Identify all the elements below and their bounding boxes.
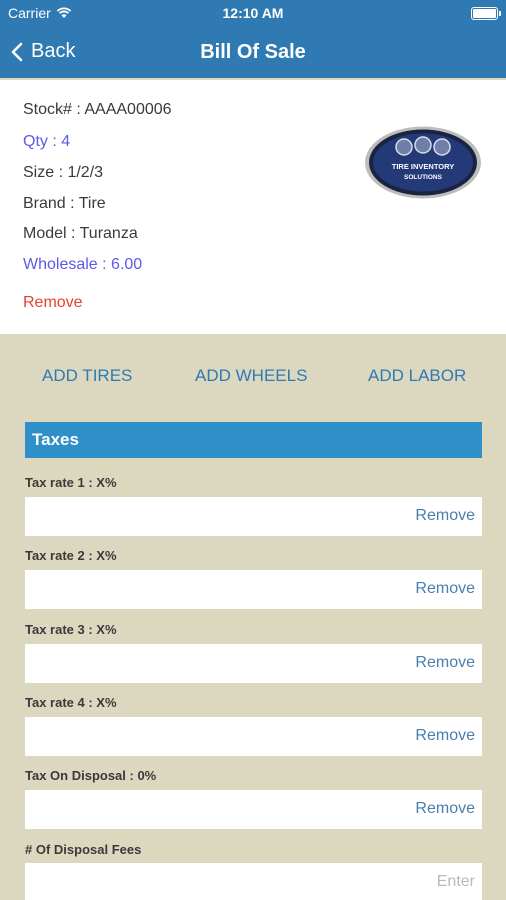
battery-icon [471,7,501,20]
tax-rate-4-label: Tax rate 4 : X% [25,695,117,710]
tax-on-disposal-field[interactable]: Remove [25,790,482,829]
size: Size : 1/2/3 [23,164,104,181]
disposal-fees-field[interactable]: Enter [25,863,482,900]
add-actions-row: ADD TIRES ADD WHEELS ADD LABOR [0,366,506,390]
logo-text-line-1: TIRE INVENTORY [392,162,455,171]
stock-number: Stock# : AAAA00006 [23,101,172,118]
tax-rate-1-remove-button[interactable]: Remove [415,507,475,525]
add-wheels-button[interactable]: ADD WHEELS [195,366,307,386]
tax-rate-3-remove-button[interactable]: Remove [415,654,475,672]
tax-on-disposal-label: Tax On Disposal : 0% [25,768,157,783]
tax-rate-4-field[interactable]: Remove [25,717,482,756]
taxes-section-header: Taxes [25,422,482,458]
item-card: Stock# : AAAA00006 Qty : 4 Size : 1/2/3 … [0,80,506,334]
status-bar: Carrier 12:10 AM [0,0,506,28]
wholesale-price[interactable]: Wholesale : 6.00 [23,256,142,274]
brand: Brand : Tire [23,195,106,212]
tax-on-disposal-remove-button[interactable]: Remove [415,800,475,818]
tax-rate-2-field[interactable]: Remove [25,570,482,609]
tax-rate-1-label: Tax rate 1 : X% [25,475,117,490]
nav-bar: Back Bill Of Sale [0,28,506,78]
tax-rate-2-label: Tax rate 2 : X% [25,548,117,563]
tax-rate-1-field[interactable]: Remove [25,497,482,536]
tire-inventory-logo: TIRE INVENTORY SOLUTIONS [365,126,481,199]
status-time: 12:10 AM [222,5,284,21]
remove-item-button[interactable]: Remove [23,294,83,312]
tax-rate-2-remove-button[interactable]: Remove [415,580,475,598]
logo-text-line-2: SOLUTIONS [404,174,443,181]
disposal-fees-label: # Of Disposal Fees [25,842,142,857]
add-labor-button[interactable]: ADD LABOR [368,366,466,386]
tax-rate-3-label: Tax rate 3 : X% [25,622,117,637]
page-title: Bill Of Sale [200,41,306,63]
disposal-fees-enter-placeholder[interactable]: Enter [437,873,475,891]
tax-rate-4-remove-button[interactable]: Remove [415,727,475,745]
tax-rate-3-field[interactable]: Remove [25,644,482,683]
qty[interactable]: Qty : 4 [23,133,70,151]
add-tires-button[interactable]: ADD TIRES [42,366,132,386]
model: Model : Turanza [23,225,138,242]
